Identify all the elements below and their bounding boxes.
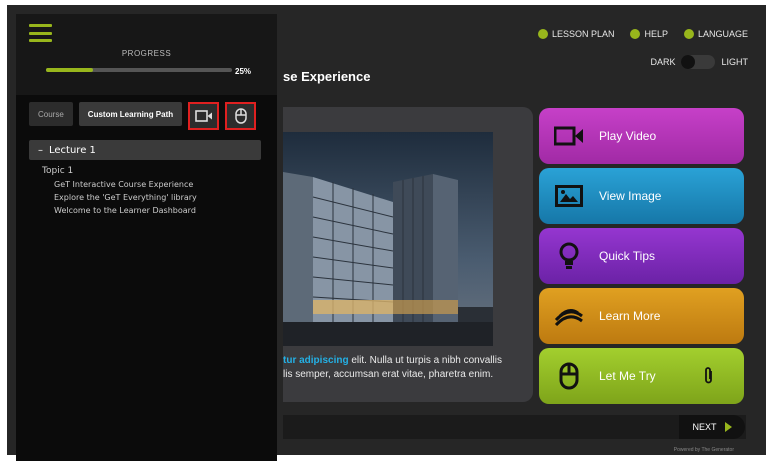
- content-link-text[interactable]: tur adipiscing: [283, 355, 349, 366]
- progress-header: PROGRESS 25%: [16, 14, 277, 95]
- video-camera-icon: [539, 126, 599, 146]
- tab-course[interactable]: Course: [29, 102, 73, 126]
- lightbulb-icon: [539, 242, 599, 270]
- globe-icon: [683, 29, 694, 39]
- let-me-try-button[interactable]: Let Me Try: [539, 348, 744, 404]
- view-image-label: View Image: [599, 189, 662, 203]
- mouse-icon: [234, 108, 247, 124]
- quick-tips-label: Quick Tips: [599, 249, 656, 263]
- lesson-plan-label: LESSON PLAN: [551, 29, 615, 39]
- view-image-button[interactable]: View Image: [539, 168, 744, 224]
- lesson-plan-link[interactable]: LESSON PLAN: [537, 29, 615, 39]
- next-label: NEXT: [692, 422, 717, 432]
- layers-icon: [539, 306, 599, 326]
- hamburger-menu-icon[interactable]: [29, 24, 52, 42]
- top-links: LESSON PLAN HELP LANGUAGE: [537, 29, 748, 39]
- lesson-item[interactable]: Explore the 'GeT Everything' library: [42, 191, 197, 204]
- lecture-toggle[interactable]: – Lecture 1: [29, 140, 261, 160]
- content-body-text: tur adipiscing elit. Nulla ut turpis a n…: [283, 354, 528, 382]
- play-arrow-icon: [724, 422, 732, 432]
- learn-more-label: Learn More: [599, 309, 661, 323]
- tab-custom-learning-path[interactable]: Custom Learning Path: [78, 102, 183, 126]
- video-filter-button[interactable]: [188, 102, 220, 130]
- progress-percent: 25%: [235, 67, 252, 76]
- content-text-line1: elit. Nulla ut turpis a nibh convallis: [348, 355, 502, 366]
- path-selector: Course Custom Learning Path: [29, 102, 257, 130]
- play-video-button[interactable]: Play Video: [539, 108, 744, 164]
- mouse-icon: [539, 362, 599, 390]
- help-label: HELP: [644, 29, 668, 39]
- progress-bar-fill: [46, 68, 93, 72]
- building-image: [283, 132, 493, 346]
- image-icon: [539, 185, 599, 207]
- progress-label: PROGRESS: [121, 49, 172, 58]
- next-button[interactable]: NEXT: [679, 415, 745, 439]
- help-link[interactable]: HELP: [630, 29, 668, 39]
- content-text-line2: lis semper, accumsan erat vitae, pharetr…: [283, 369, 494, 380]
- let-me-try-label: Let Me Try: [599, 369, 656, 383]
- side-panel: PROGRESS 25% Course Custom Learning Path…: [16, 14, 277, 461]
- learn-more-button[interactable]: Learn More: [539, 288, 744, 344]
- theme-light-label: LIGHT: [721, 57, 748, 67]
- language-link[interactable]: LANGUAGE: [683, 29, 748, 39]
- powered-by: Powered by The Generator: [673, 447, 734, 453]
- lesson-tree: Topic 1 GeT Interactive Course Experienc…: [42, 165, 197, 217]
- lesson-item[interactable]: GeT Interactive Course Experience: [42, 178, 197, 191]
- interactive-filter-button[interactable]: [225, 102, 257, 130]
- play-video-label: Play Video: [599, 129, 657, 143]
- theme-toggle: DARK LIGHT: [650, 55, 748, 69]
- language-label: LANGUAGE: [697, 29, 748, 39]
- help-icon: [630, 29, 641, 39]
- theme-switch-knob: [681, 55, 696, 69]
- lecture-label: Lecture 1: [49, 144, 96, 156]
- lesson-plan-icon: [537, 29, 548, 39]
- course-title: se Experience: [283, 69, 371, 84]
- lesson-item[interactable]: Welcome to the Learner Dashboard: [42, 204, 197, 217]
- bottom-bar: [283, 415, 746, 439]
- video-camera-icon: [194, 110, 212, 122]
- quick-tips-button[interactable]: Quick Tips: [539, 228, 744, 284]
- progress-bar: [46, 68, 232, 72]
- topic-label[interactable]: Topic 1: [42, 165, 197, 178]
- paperclip-icon[interactable]: [704, 367, 714, 388]
- theme-switch[interactable]: [681, 55, 716, 69]
- theme-dark-label: DARK: [650, 57, 676, 67]
- collapse-icon: –: [38, 144, 43, 156]
